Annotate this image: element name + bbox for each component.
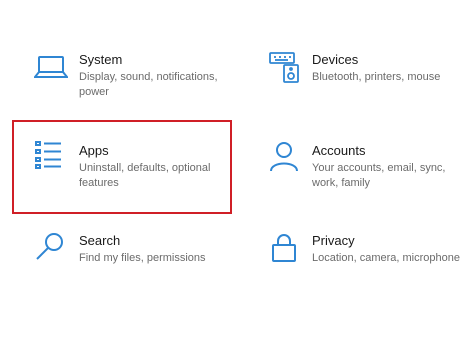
tile-title: Search [79, 233, 121, 248]
tile-description: Uninstall, defaults, optional features [79, 162, 211, 189]
settings-tile-accounts[interactable]: Accounts Your accounts, email, sync, wor… [268, 139, 468, 195]
tile-title: Privacy [312, 233, 355, 248]
tile-title: Devices [312, 52, 359, 67]
settings-tile-privacy[interactable]: Privacy Location, camera, microphone [268, 229, 468, 285]
tile-description: Location, camera, microphone [312, 252, 460, 264]
tile-description: Find my files, permissions [79, 252, 206, 264]
tile-description: Display, sound, notifications, power [79, 71, 218, 98]
tile-title: System [79, 52, 123, 67]
apps-list-icon [34, 139, 68, 173]
settings-tile-search[interactable]: Search Find my files, permissions [34, 229, 234, 285]
keyboard-speaker-icon [268, 50, 302, 84]
search-icon [34, 231, 68, 265]
lock-icon [268, 231, 302, 265]
person-icon [268, 139, 302, 173]
settings-tile-apps[interactable]: Apps Uninstall, defaults, optional featu… [34, 139, 229, 195]
tile-description: Your accounts, email, sync, work, family [312, 162, 446, 189]
settings-tile-system[interactable]: System Display, sound, notifications, po… [34, 48, 234, 104]
tile-title: Accounts [312, 143, 366, 158]
tile-title: Apps [79, 143, 109, 158]
settings-tile-devices[interactable]: Devices Bluetooth, printers, mouse [268, 48, 468, 104]
laptop-icon [34, 50, 68, 84]
tile-description: Bluetooth, printers, mouse [312, 71, 441, 83]
